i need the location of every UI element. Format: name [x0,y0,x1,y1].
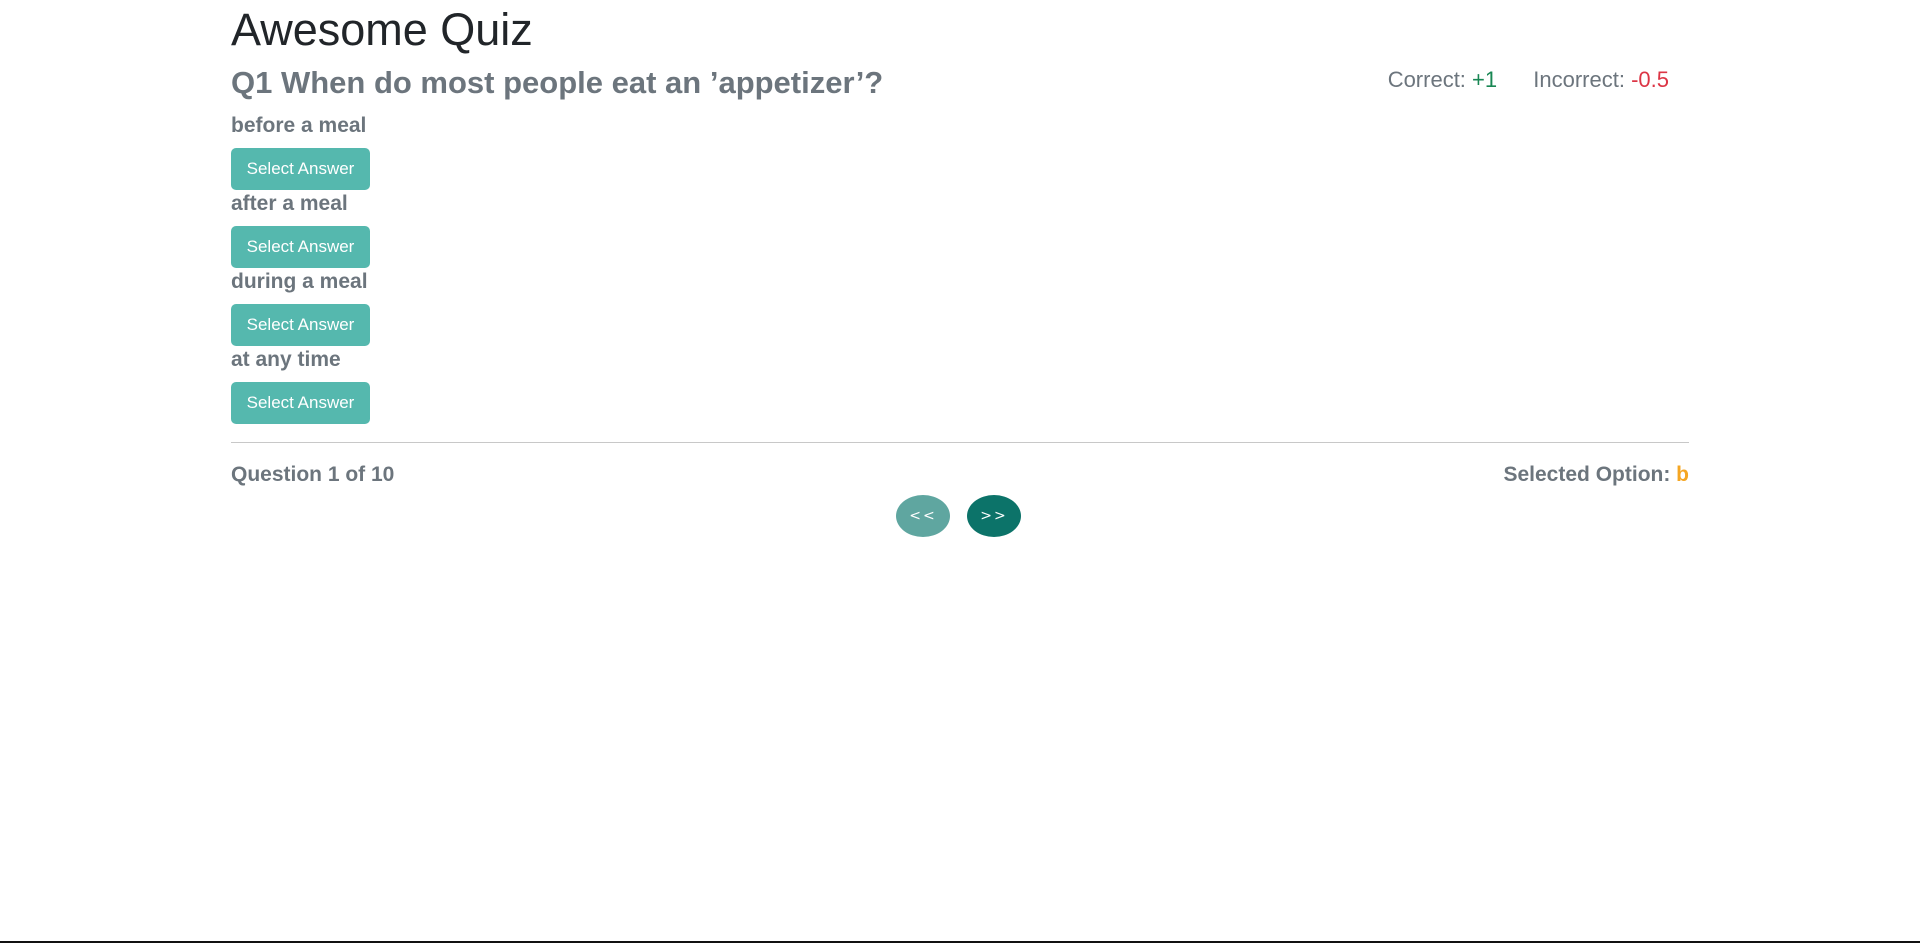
option-b: after a meal Select Answer [231,190,1689,268]
option-text: at any time [231,348,341,371]
quiz-title: Awesome Quiz [231,4,533,55]
option-d: at any time Select Answer [231,346,1689,424]
option-text: after a meal [231,192,348,215]
selected-option-label: Selected Option: [1503,463,1677,486]
selected-option-value: b [1676,463,1689,486]
correct-label: Correct: [1387,67,1473,92]
previous-question-button[interactable]: << [896,495,950,537]
correct-value: +1 [1472,67,1498,92]
select-answer-button-d[interactable]: Select Answer [231,382,370,424]
option-c: during a meal Select Answer [231,268,1689,346]
quiz-container: Awesome Quiz Q1 When do most people eat … [231,0,1689,501]
question-navigation: << >> [896,495,1021,537]
select-answer-button-b[interactable]: Select Answer [231,226,370,268]
quiz-page: Awesome Quiz Q1 When do most people eat … [0,0,1920,943]
answer-options: before a meal Select Answer after a meal… [231,112,1689,424]
option-text: during a meal [231,270,368,293]
incorrect-score: Incorrect: -0.5 [1533,67,1669,92]
selected-option: Selected Option: b [1503,461,1689,489]
scoring-info: Correct: +1 Incorrect: -0.5 [1358,65,1669,95]
option-a: before a meal Select Answer [231,112,1689,190]
select-answer-button-a[interactable]: Select Answer [231,148,370,190]
incorrect-value: -0.5 [1631,67,1669,92]
next-question-button[interactable]: >> [967,495,1021,537]
question-header: Q1 When do most people eat an ’appetizer… [231,63,1689,107]
correct-score: Correct: +1 [1388,67,1497,92]
divider [231,442,1689,443]
option-text: before a meal [231,114,367,137]
question-text: Q1 When do most people eat an ’appetizer… [231,65,884,100]
question-progress: Question 1 of 10 [231,463,395,486]
select-answer-button-c[interactable]: Select Answer [231,304,370,346]
incorrect-label: Incorrect: [1533,67,1632,92]
